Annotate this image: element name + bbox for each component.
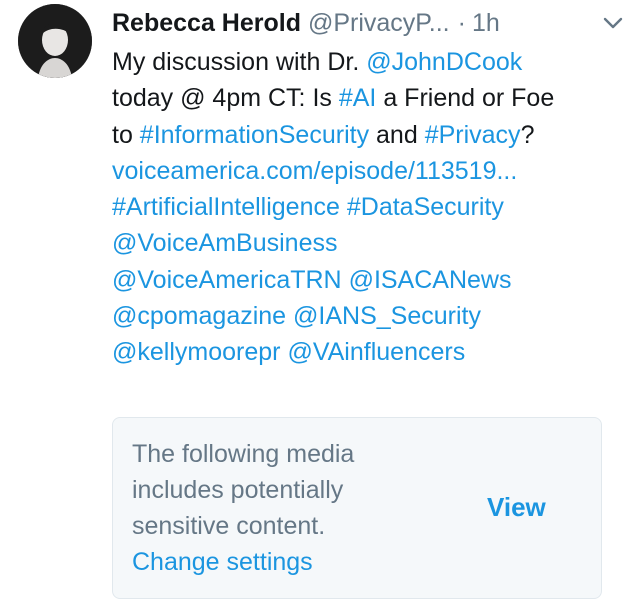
mention-link[interactable]: @VAinfluencers <box>287 338 465 366</box>
tweet-text-segment <box>342 266 349 294</box>
tweet-text-line: @VoiceAmericaTRN @ISACANews <box>112 262 628 298</box>
hashtag-link[interactable]: #ArtificialIntelligence <box>112 193 340 221</box>
sensitive-media-message: The following media includes potentially… <box>132 436 432 580</box>
tweet-header: Rebecca Herold @PrivacyP... · 1h <box>112 6 626 40</box>
tweet-text-segment <box>340 193 347 221</box>
tweet: Rebecca Herold @PrivacyP... · 1h My disc… <box>0 0 640 611</box>
tweet-text-segment: today @ 4pm CT: Is <box>112 84 339 113</box>
view-media-button[interactable]: View <box>487 492 546 523</box>
mention-link[interactable]: @VoiceAmBusiness <box>112 229 337 257</box>
mention-link[interactable]: @ISACANews <box>349 266 512 294</box>
tweet-text-line: voiceamerica.com/episode/113519... <box>112 153 628 189</box>
tweet-text-line: My discussion with Dr. @JohnDCook <box>112 44 628 80</box>
header-separator: · <box>457 8 466 37</box>
hashtag-link[interactable]: #Privacy <box>425 121 521 149</box>
sensitive-message-line: sensitive content. <box>132 512 326 540</box>
tweet-timestamp[interactable]: 1h <box>472 9 500 38</box>
url-link[interactable]: voiceamerica.com/episode/113519... <box>112 157 517 185</box>
tweet-text-line: @cpomagazine @IANS_Security <box>112 298 628 334</box>
tweet-text-line: @kellymoorepr @VAinfluencers <box>112 334 628 370</box>
tweet-text-segment: My discussion with Dr. <box>112 48 367 76</box>
hashtag-link[interactable]: #DataSecurity <box>347 193 504 221</box>
tweet-text-line: to #InformationSecurity and #Privacy? <box>112 117 628 153</box>
sensitive-message-line: The following media <box>132 440 355 468</box>
hashtag-link[interactable]: #InformationSecurity <box>140 121 369 149</box>
chevron-down-icon[interactable] <box>600 10 626 36</box>
mention-link[interactable]: @JohnDCook <box>366 48 522 76</box>
author-name[interactable]: Rebecca Herold <box>112 9 301 38</box>
tweet-text-segment <box>286 302 293 330</box>
tweet-text-segment: and <box>369 120 425 149</box>
tweet-text: My discussion with Dr. @JohnDCook today @… <box>112 44 628 371</box>
sensitive-message-line: includes potentially <box>132 476 344 504</box>
tweet-text-segment: a Friend or Foe <box>376 84 555 113</box>
sensitive-media-warning: The following media includes potentially… <box>112 417 602 599</box>
tweet-text-segment: ? <box>520 120 535 149</box>
tweet-text-segment: to <box>112 120 140 149</box>
tweet-text-line: @VoiceAmBusiness <box>112 225 628 261</box>
mention-link[interactable]: @VoiceAmericaTRN <box>112 266 342 294</box>
mention-link[interactable]: @kellymoorepr <box>112 338 280 366</box>
mention-link[interactable]: @cpomagazine <box>112 302 286 330</box>
tweet-text-line: today @ 4pm CT: Is #AI a Friend or Foe <box>112 80 628 116</box>
author-handle[interactable]: @PrivacyP... <box>308 9 450 38</box>
tweet-text-line: #ArtificialIntelligence #DataSecurity <box>112 189 628 225</box>
change-settings-link[interactable]: Change settings <box>132 544 432 580</box>
hashtag-link[interactable]: #AI <box>339 84 377 112</box>
mention-link[interactable]: @IANS_Security <box>293 302 481 330</box>
avatar[interactable] <box>18 4 92 78</box>
avatar-photo <box>18 4 92 78</box>
